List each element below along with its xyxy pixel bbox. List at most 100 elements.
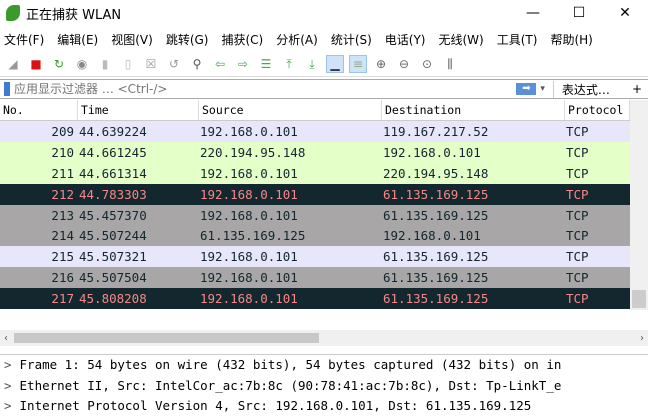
column-header-no[interactable]: No. <box>0 100 78 120</box>
stop-icon[interactable]: ■ <box>27 55 45 73</box>
menu-item[interactable]: 视图(V) <box>111 31 153 48</box>
expand-chevron-icon[interactable]: > <box>4 378 12 393</box>
forward-icon[interactable]: ⇨ <box>234 55 252 73</box>
find-icon[interactable]: ⚲ <box>188 55 206 73</box>
maximize-button[interactable]: ☐ <box>556 5 602 21</box>
menu-item[interactable]: 帮助(H) <box>550 31 592 48</box>
packet-details: > Frame 1: 54 bytes on wire (432 bits), 5… <box>0 354 648 417</box>
cell-no: 211 <box>51 165 74 181</box>
cell-src: 192.168.0.101 <box>200 249 298 265</box>
detail-tree-item[interactable]: > Frame 1: 54 bytes on wire (432 bits), 5… <box>0 355 648 376</box>
menu-item[interactable]: 捕获(C) <box>221 31 263 48</box>
wireshark-logo-icon <box>6 5 20 21</box>
title-bar: 正在捕获 WLAN — ☐ ✕ <box>0 0 648 26</box>
menu-item[interactable]: 跳转(G) <box>166 31 209 48</box>
menu-item[interactable]: 无线(W) <box>439 31 484 48</box>
packet-row[interactable]: 209 44.639224 192.168.0.101 119.167.217.52 T… <box>0 121 630 142</box>
packet-row[interactable]: 210 44.661245 220.194.95.148 192.168.0.101 T… <box>0 141 630 163</box>
packet-row[interactable]: 213 45.457370 192.168.0.101 61.135.169.125 T… <box>0 204 630 226</box>
cell-proto: TCP <box>566 207 589 223</box>
cell-time: 44.661314 <box>79 165 147 181</box>
minimize-button[interactable]: — <box>510 5 556 21</box>
cell-src: 220.194.95.148 <box>200 144 306 160</box>
zoom-out-icon[interactable]: ⊖ <box>395 55 413 73</box>
bookmark-icon[interactable] <box>4 82 10 96</box>
cell-proto: TCP <box>566 123 589 139</box>
cell-proto: TCP <box>566 144 589 160</box>
cell-dst: 192.168.0.101 <box>383 144 481 160</box>
close-file-icon[interactable]: ☒ <box>142 55 160 73</box>
packet-list: No. Time Source Destination Protocol 209… <box>0 100 648 330</box>
shark-fin-icon[interactable]: ◢ <box>4 55 22 73</box>
zoom-reset-icon[interactable]: ⊙ <box>418 55 436 73</box>
back-icon[interactable]: ⇦ <box>211 55 229 73</box>
column-header-time[interactable]: Time <box>78 100 199 120</box>
cell-dst: 61.135.169.125 <box>383 291 489 307</box>
menu-item[interactable]: 文件(F) <box>4 31 44 48</box>
display-filter-bar: ➡ ▾ 表达式… + <box>0 79 648 99</box>
scrollbar-thumb[interactable] <box>632 290 646 308</box>
menu-item[interactable]: 统计(S) <box>331 31 372 48</box>
cell-time: 44.639224 <box>79 123 147 139</box>
reload-icon[interactable]: ↺ <box>165 55 183 73</box>
open-icon[interactable]: ▮ <box>96 55 114 73</box>
scroll-left-icon[interactable]: ‹ <box>4 333 8 344</box>
goto-icon[interactable]: ☰ <box>257 55 275 73</box>
last-icon[interactable]: ⤓ <box>303 55 321 73</box>
cell-no: 216 <box>51 270 74 286</box>
menu-bar: 文件(F) 编辑(E) 视图(V) 跳转(G) 捕获(C) 分析(A) 统计(S) 电话(Y)… <box>0 26 648 52</box>
menu-item[interactable]: 分析(A) <box>276 31 318 48</box>
packet-row[interactable]: 212 44.783303 192.168.0.101 61.135.169.125 T… <box>0 183 630 205</box>
cell-time: 45.808208 <box>79 291 147 307</box>
close-button[interactable]: ✕ <box>602 5 648 21</box>
cell-time: 45.457370 <box>79 207 147 223</box>
scroll-right-icon[interactable]: › <box>640 333 644 344</box>
packet-row[interactable]: 217 45.808208 192.168.0.101 61.135.169.125 T… <box>0 288 630 310</box>
cell-dst: 61.135.169.125 <box>383 249 489 265</box>
column-header-destination[interactable]: Destination <box>382 100 565 120</box>
detail-tree-item[interactable]: > Internet Protocol Version 4, Src: 192.1… <box>0 396 648 417</box>
detail-tree-item[interactable]: > Ethernet II, Src: IntelCor_ac:7b:8c (90… <box>0 376 648 397</box>
packet-row[interactable]: 211 44.661314 192.168.0.101 220.194.95.148 T… <box>0 162 630 184</box>
cell-dst: 61.135.169.125 <box>383 186 489 202</box>
cell-proto: TCP <box>566 270 589 286</box>
packet-row[interactable]: 216 45.507504 192.168.0.101 61.135.169.125 T… <box>0 267 630 289</box>
horizontal-scrollbar[interactable]: ‹ › <box>0 330 648 346</box>
apply-filter-button[interactable]: ➡ <box>516 83 537 95</box>
column-header-source[interactable]: Source <box>199 100 382 120</box>
detail-text: Frame 1: 54 bytes on wire (432 bits), 54… <box>19 357 562 372</box>
cell-dst: 220.194.95.148 <box>383 165 489 181</box>
first-icon[interactable]: ⤒ <box>280 55 298 73</box>
cell-no: 212 <box>51 186 74 202</box>
scrollbar-thumb[interactable] <box>14 333 319 343</box>
cell-proto: TCP <box>566 228 589 244</box>
cell-time: 45.507244 <box>79 228 147 244</box>
options-icon[interactable]: ◉ <box>73 55 91 73</box>
autoscroll-icon[interactable]: ▁ <box>326 55 344 73</box>
filter-history-dropdown[interactable]: ▾ <box>540 84 545 94</box>
expand-chevron-icon[interactable]: > <box>4 357 12 372</box>
cell-no: 217 <box>51 291 74 307</box>
cell-time: 44.783303 <box>79 186 147 202</box>
vertical-scrollbar[interactable] <box>630 100 648 310</box>
cell-no: 215 <box>51 249 74 265</box>
cell-proto: TCP <box>566 165 589 181</box>
zoom-in-icon[interactable]: ⊕ <box>372 55 390 73</box>
expression-button[interactable]: 表达式… <box>552 80 626 98</box>
packet-row[interactable]: 214 45.507244 61.135.169.125 192.168.0.101 T… <box>0 225 630 247</box>
cell-time: 45.507321 <box>79 249 147 265</box>
resize-columns-icon[interactable]: ⫼ <box>441 55 459 73</box>
cell-no: 214 <box>51 228 74 244</box>
restart-icon[interactable]: ↻ <box>50 55 68 73</box>
menu-item[interactable]: 工具(T) <box>497 31 538 48</box>
packet-row[interactable]: 215 45.507321 192.168.0.101 61.135.169.125 T… <box>0 246 630 268</box>
column-header-protocol[interactable]: Protocol <box>565 100 630 120</box>
expand-chevron-icon[interactable]: > <box>4 398 12 413</box>
menu-item[interactable]: 编辑(E) <box>57 31 98 48</box>
menu-item[interactable]: 电话(Y) <box>385 31 426 48</box>
cell-src: 192.168.0.101 <box>200 165 298 181</box>
display-filter-input[interactable] <box>14 82 517 96</box>
add-filter-button[interactable]: + <box>626 82 648 96</box>
colorize-icon[interactable]: ≡ <box>349 55 367 73</box>
save-icon[interactable]: ▯ <box>119 55 137 73</box>
